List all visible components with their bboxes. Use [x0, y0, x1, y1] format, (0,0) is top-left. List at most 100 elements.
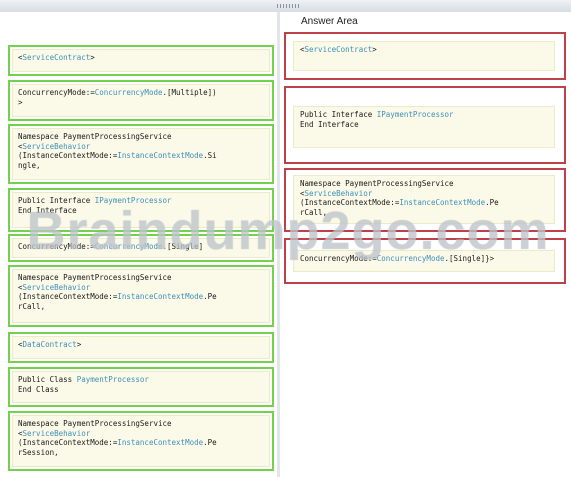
code-token: rCall, [300, 207, 328, 217]
code-token: ConcurrencyMode:= [18, 88, 95, 97]
choice-item[interactable]: Namespace PaymentProcessingService <Servi… [8, 124, 274, 184]
splitter-grip-icon[interactable] [277, 4, 301, 8]
code-token: Namespace PaymentProcessingService [300, 179, 454, 188]
code-line: (InstanceContextMode:=InstanceContextMod… [300, 198, 548, 208]
code-token: ngle, [18, 160, 41, 170]
answer-slot[interactable]: Namespace PaymentProcessingService <Servi… [284, 168, 566, 232]
code-token: Namespace PaymentProcessingService [18, 419, 172, 428]
code-type-token: ConcurrencyMode [94, 88, 163, 97]
code-type-token: ServiceBehavior [304, 188, 373, 198]
code-line: End Interface [18, 206, 264, 216]
answer-slot[interactable]: ConcurrencyMode:=ConcurrencyMode.[Single… [284, 238, 566, 284]
code-type-token: PaymentProcessor [76, 375, 149, 384]
code-token: Namespace PaymentProcessingService [18, 273, 172, 282]
code-token: (InstanceContextMode:= [300, 198, 400, 207]
choice-code: Public Interface IPaymentProcessor End In… [12, 192, 270, 228]
code-line: (InstanceContextMode:=InstanceContextMod… [18, 438, 264, 448]
code-type-token: ServiceBehavior [22, 141, 91, 151]
code-token: .Pe [485, 198, 499, 207]
code-type-token: ServiceBehavior [22, 428, 91, 438]
code-line: ConcurrencyMode:=ConcurrencyMode.[Single… [300, 254, 548, 264]
code-line: Namespace PaymentProcessingService [18, 132, 264, 142]
code-token: Public Class [18, 375, 77, 384]
choice-code: ConcurrencyMode:=ConcurrencyMode.[Single… [12, 238, 270, 258]
code-line: <ServiceBehavior [18, 429, 264, 439]
code-token: (InstanceContextMode:= [18, 151, 118, 160]
code-token: .Pe [203, 292, 217, 301]
code-type-token: InstanceContextMode [117, 438, 204, 447]
code-type-token: InstanceContextMode [117, 292, 204, 301]
code-line: ngle, [18, 161, 264, 171]
code-line: rCall, [300, 208, 548, 218]
choice-code: <ServiceContract> [12, 49, 270, 72]
choice-code: ConcurrencyMode:=ConcurrencyMode.[Multip… [12, 84, 270, 117]
code-line: Namespace PaymentProcessingService [18, 419, 264, 429]
code-line: <ServiceBehavior [18, 142, 264, 152]
code-line: rSession, [18, 448, 264, 458]
code-line: <ServiceContract> [18, 53, 264, 63]
answer-code: Namespace PaymentProcessingService <Servi… [293, 175, 555, 224]
answer-code: <ServiceContract> [293, 41, 555, 71]
choice-code: Namespace PaymentProcessingService <Servi… [12, 415, 270, 467]
code-line: End Class [18, 385, 264, 395]
choice-code: Namespace PaymentProcessingService <Servi… [12, 128, 270, 180]
code-token: > [372, 45, 377, 54]
code-token: .[Single] [162, 242, 204, 251]
code-type-token: ConcurrencyMode [94, 242, 163, 251]
code-type-token: IPaymentProcessor [376, 110, 454, 119]
code-type-token: DataContract [22, 340, 77, 349]
choice-item[interactable]: Namespace PaymentProcessingService <Servi… [8, 265, 274, 327]
choice-item[interactable]: <DataContract> [8, 332, 274, 363]
code-line: ConcurrencyMode:=ConcurrencyMode.[Multip… [18, 88, 264, 98]
code-token: > [18, 97, 23, 107]
choice-code: Public Class PaymentProcessor End Class [12, 371, 270, 403]
code-line: <ServiceBehavior [300, 189, 548, 199]
code-line: <ServiceContract> [300, 45, 548, 55]
code-line: Public Interface IPaymentProcessor [18, 196, 264, 206]
code-token: .Si [203, 151, 217, 160]
choice-item[interactable]: <ServiceContract> [8, 45, 274, 76]
code-line: Namespace PaymentProcessingService [18, 273, 264, 283]
code-token: .[Single]}> [444, 254, 495, 263]
code-type-token: ServiceContract [304, 45, 373, 54]
code-line: <ServiceBehavior [18, 283, 264, 293]
code-type-token: ServiceBehavior [22, 282, 91, 292]
choice-item[interactable]: Namespace PaymentProcessingService <Servi… [8, 411, 274, 471]
code-token: End Class [18, 384, 59, 394]
code-type-token: InstanceContextMode [399, 198, 486, 207]
code-line: <DataContract> [18, 340, 264, 350]
answer-code: ConcurrencyMode:=ConcurrencyMode.[Single… [293, 250, 555, 272]
code-token: End Interface [300, 119, 359, 129]
code-token: Namespace PaymentProcessingService [18, 132, 172, 141]
code-token: ConcurrencyMode:= [300, 254, 377, 263]
code-type-token: InstanceContextMode [117, 151, 204, 160]
choice-item[interactable]: Public Interface IPaymentProcessor End In… [8, 188, 274, 232]
choice-item[interactable]: Public Class PaymentProcessor End Class [8, 367, 274, 407]
code-token: Public Interface [300, 110, 377, 119]
code-line: Public Class PaymentProcessor [18, 375, 264, 385]
answer-area-title: Answer Area [301, 16, 358, 27]
choice-item[interactable]: ConcurrencyMode:=ConcurrencyMode.[Single… [8, 234, 274, 262]
code-token: rCall, [18, 301, 46, 311]
code-type-token: ConcurrencyMode [376, 254, 445, 263]
code-line: ConcurrencyMode:=ConcurrencyMode.[Single… [18, 242, 264, 252]
code-line: (InstanceContextMode:=InstanceContextMod… [18, 292, 264, 302]
code-token: ConcurrencyMode:= [18, 242, 95, 251]
choice-item[interactable]: ConcurrencyMode:=ConcurrencyMode.[Multip… [8, 80, 274, 121]
code-line: > [18, 98, 264, 108]
code-token: (InstanceContextMode:= [18, 292, 118, 301]
code-line: End Interface [300, 120, 548, 130]
code-line: Public Interface IPaymentProcessor [300, 110, 548, 120]
code-token: (InstanceContextMode:= [18, 438, 118, 447]
choice-code: <DataContract> [12, 336, 270, 359]
code-token: .Pe [203, 438, 217, 447]
code-type-token: IPaymentProcessor [94, 196, 172, 205]
code-token: .[Multiple]) [162, 88, 217, 97]
choice-code: Namespace PaymentProcessingService <Servi… [12, 269, 270, 323]
answer-slot[interactable]: Public Interface IPaymentProcessor End In… [284, 86, 566, 164]
code-line: Namespace PaymentProcessingService [300, 179, 548, 189]
code-type-token: ServiceContract [22, 53, 91, 62]
answer-slot[interactable]: <ServiceContract> [284, 32, 566, 80]
code-token: > [90, 53, 95, 62]
code-token: Public Interface [18, 196, 95, 205]
